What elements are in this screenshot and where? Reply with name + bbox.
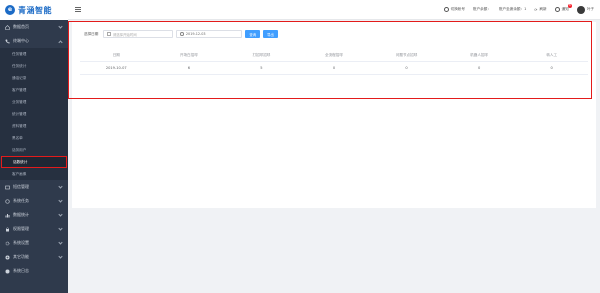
chevron-down-icon [58,240,63,245]
plus-icon [5,255,10,260]
chevron-down-icon [58,212,63,217]
nav-group-label: 系统日志 [13,268,29,273]
phone-icon [5,39,10,44]
seat-balance-label: 账户坐席余额：1 [498,7,527,11]
nav-group-label: 数据首页 [13,24,29,29]
sidebar-item-call-records[interactable]: 通话记录 [0,72,68,84]
refresh-button[interactable]: ⟳ 刷新 [534,7,546,12]
chart-icon [5,213,10,218]
refresh-icon: ⟳ [534,7,538,12]
switch-account-link[interactable]: 切换帐号 [443,7,465,12]
nav-group-system-tasks[interactable]: 系统任务 [0,194,68,208]
account-balance: 账户余额： [473,7,491,12]
bell-icon [554,7,560,12]
log-icon [5,269,10,274]
nav-group-statistics[interactable]: 数据统计 [0,208,68,222]
switch-account-label: 切换帐号 [450,7,465,11]
user-menu[interactable]: 叶子 [576,5,594,14]
nav-group-label: 终端中心 [13,38,29,43]
nav-group-dashboard[interactable]: 数据首页 [0,20,68,34]
nav-group-permissions[interactable]: 权限管理 [0,222,68,236]
nav-group-label: 系统设置 [13,240,29,245]
sidebar-item-call-statistics[interactable]: 话数统计 [1,156,67,168]
gear-icon [5,241,10,246]
message-icon [5,185,10,190]
nav-group-label: 数据统计 [13,212,29,217]
chevron-down-icon [58,226,63,231]
seat-balance: 账户坐席余额：1 [499,7,526,12]
nav-group-other[interactable]: 其它功能 [0,250,68,264]
notifications-label: 通知 [561,7,569,11]
nav-group-terminal[interactable]: 终端中心 [0,34,68,48]
sidebar-item-customers[interactable]: 客户管理 [0,84,68,96]
sidebar-item-materials[interactable]: 资料管理 [0,120,68,132]
sidebar-item-call-users[interactable]: 话务用户 [0,144,68,156]
highlight-frame [68,21,592,99]
notifications-button[interactable]: 8 通知 [554,4,572,12]
logo-icon: e [5,5,15,15]
nav-group-label: 其它功能 [13,254,29,259]
avatar [576,5,585,14]
task-icon [5,198,10,204]
sidebar-item-blacklist[interactable]: 黑名单 [0,132,68,144]
nav-group-settings[interactable]: 系统设置 [0,236,68,250]
sidebar-item-task-management[interactable]: 任务管理 [0,48,68,60]
sidebar-item-task-stats[interactable]: 任务统计 [0,60,68,72]
nav-group-label: 短信管理 [13,184,29,189]
sidebar-item-business[interactable]: 业务管理 [0,96,68,108]
chevron-up-icon [58,39,63,45]
sidebar-item-stats-management[interactable]: 统计管理 [0,108,68,120]
brand-name: 青涵智能 [18,5,52,15]
account-balance-label: 账户余额： [473,7,491,11]
chevron-down-icon [58,184,63,189]
chevron-down-icon [58,198,63,203]
nav-group-sms[interactable]: 短信管理 [0,180,68,194]
username: 叶子 [586,7,594,11]
nav-group-label: 权限管理 [13,226,29,231]
logo[interactable]: e 青涵智能 [0,0,68,20]
nav-group-logs[interactable]: 系统日志 [0,264,68,278]
nav-submenu: 任务管理 任务统计 通话记录 客户管理 业务管理 统计管理 资料管理 黑名单 话… [0,48,68,180]
menu-toggle-icon[interactable] [75,7,81,12]
notification-badge: 8 [567,4,572,8]
chevron-down-icon [58,24,63,29]
lock-icon [5,227,10,232]
nav-group-label: 系统任务 [13,198,29,203]
sidebar: e 青涵智能 数据首页 终端中心 任务管理 任务统计 通话记录 客户管理 业务管… [0,0,68,293]
topbar-actions: 切换帐号 账户余额： 账户坐席余额：1 ⟳ 刷新 8 通知 叶子 [443,4,600,14]
user-icon [443,7,449,12]
sidebar-item-customer-profile[interactable]: 客户画像 [0,168,68,180]
home-icon [5,24,10,30]
topbar: 切换帐号 账户余额： 账户坐席余额：1 ⟳ 刷新 8 通知 叶子 [68,0,600,20]
chevron-down-icon [58,254,63,259]
refresh-label: 刷新 [539,7,547,11]
